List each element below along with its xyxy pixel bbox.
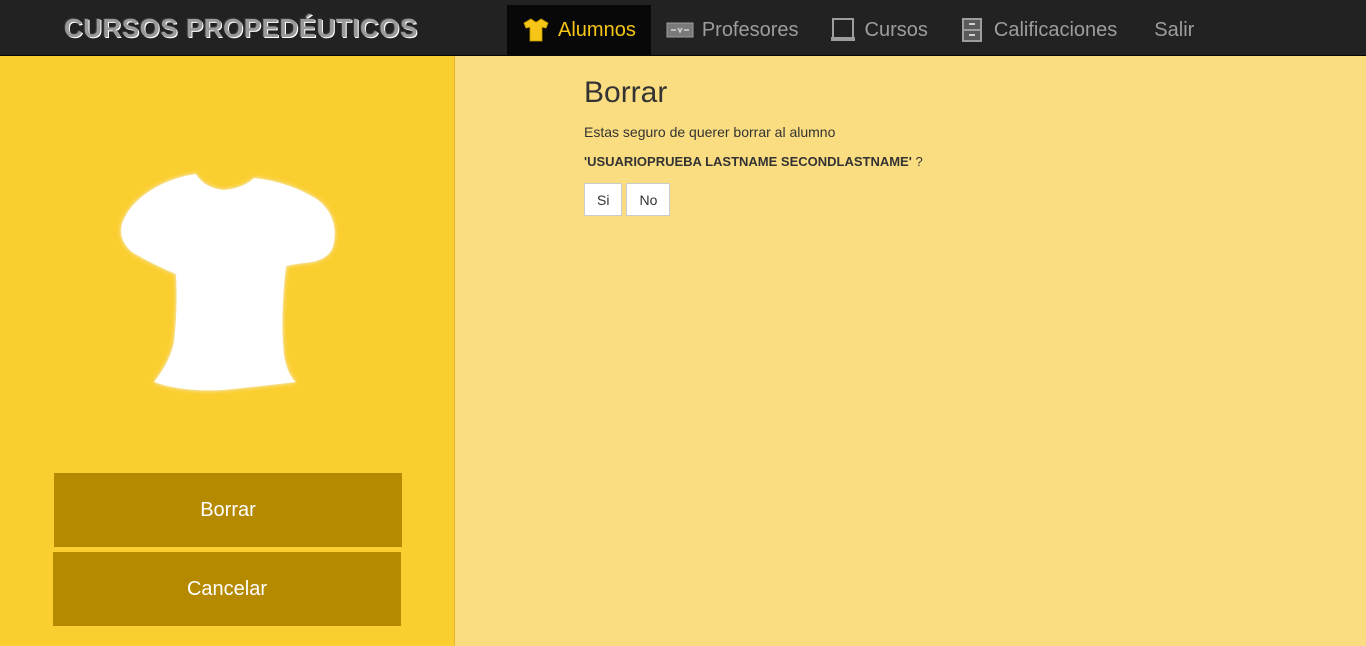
confirm-buttons: Si No xyxy=(584,183,923,216)
shirt-icon xyxy=(121,174,335,391)
book-icon xyxy=(829,17,857,43)
main-nav: Alumnos Profesores Cursos Calificaciones… xyxy=(507,5,1209,55)
nav-label-cursos: Cursos xyxy=(864,18,928,41)
nav-item-salir[interactable]: Salir xyxy=(1132,5,1209,55)
student-line: 'USUARIOPRUEBA LASTNAME SECONDLASTNAME' … xyxy=(584,154,923,169)
shirt-icon xyxy=(522,17,550,43)
main-content: Borrar Estas seguro de querer borrar al … xyxy=(584,76,923,216)
tie-icon xyxy=(666,17,694,43)
nav-item-calificaciones[interactable]: Calificaciones xyxy=(943,5,1132,55)
question-mark: ? xyxy=(911,154,923,169)
no-button[interactable]: No xyxy=(626,183,671,216)
borrar-button[interactable]: Borrar xyxy=(54,473,402,547)
nav-item-cursos[interactable]: Cursos xyxy=(814,5,943,55)
nav-label-calificaciones: Calificaciones xyxy=(993,18,1118,41)
top-navbar: CURSOS PROPEDÉUTICOS Alumnos Profesores xyxy=(0,0,1366,56)
confirm-message: Estas seguro de querer borrar al alumno xyxy=(584,124,836,140)
brand-title[interactable]: CURSOS PROPEDÉUTICOS xyxy=(64,13,418,44)
nav-label-alumnos: Alumnos xyxy=(558,18,636,41)
nav-label-profesores: Profesores xyxy=(701,18,799,41)
nav-label-salir: Salir xyxy=(1154,18,1195,41)
cabinet-icon xyxy=(958,17,986,43)
yes-button[interactable]: Si xyxy=(584,183,623,216)
student-name: 'USUARIOPRUEBA LASTNAME SECONDLASTNAME' xyxy=(584,154,912,169)
left-panel: Borrar Cancelar xyxy=(0,56,455,646)
nav-item-profesores[interactable]: Profesores xyxy=(651,5,814,55)
cancelar-button[interactable]: Cancelar xyxy=(53,552,401,626)
page-title: Borrar xyxy=(584,76,668,109)
nav-item-alumnos[interactable]: Alumnos xyxy=(507,5,651,55)
